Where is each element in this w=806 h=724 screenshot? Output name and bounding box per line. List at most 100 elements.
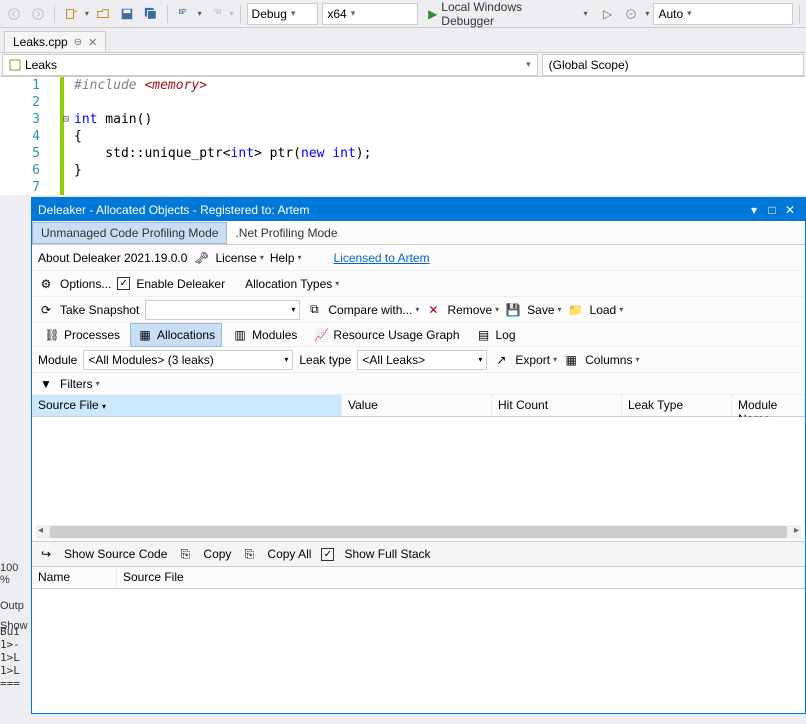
tab-net[interactable]: .Net Profiling Mode (227, 223, 345, 243)
key-icon: 🗝 (193, 250, 209, 266)
take-snapshot-button[interactable]: Take Snapshot (60, 303, 139, 317)
platform-combo[interactable]: x64▾ (322, 3, 418, 25)
stack-col-name[interactable]: Name (32, 567, 117, 588)
stack-toolbar: ↪ Show Source Code ⎘ Copy ⎘ Copy All ✓ S… (32, 541, 805, 567)
license-dropdown[interactable]: License▾ (215, 251, 263, 265)
enable-label: Enable Deleaker (136, 277, 225, 291)
change-bar (60, 77, 64, 195)
title-text: Deleaker - Allocated Objects - Registere… (38, 203, 309, 217)
zoom-indicator: 100 % Outp Show (0, 560, 30, 634)
open-icon[interactable] (93, 4, 113, 24)
nav-fwd-icon[interactable] (28, 4, 48, 24)
log-icon: ▤ (476, 327, 492, 343)
new-item-icon[interactable] (61, 4, 81, 24)
graph-icon: 📈 (313, 327, 329, 343)
remove-dropdown[interactable]: Remove▾ (447, 303, 499, 317)
about-label: About Deleaker 2021.19.0.0 (38, 251, 187, 265)
document-tab-leaks[interactable]: Leaks.cpp ⊖ ✕ (4, 31, 106, 52)
columns-icon: ▦ (563, 352, 579, 368)
close-window-icon[interactable]: ✕ (781, 201, 799, 219)
col-value[interactable]: Value (342, 395, 492, 416)
col-module-name[interactable]: Module Name (732, 395, 805, 416)
col-source-file[interactable]: Source File ▾ (32, 395, 342, 416)
alloc-types-dropdown[interactable]: Allocation Types▾ (245, 277, 339, 291)
scope-bar: Leaks▾ (Global Scope) (0, 53, 806, 77)
profiling-mode-tabs: Unmanaged Code Profiling Mode .Net Profi… (32, 221, 805, 245)
redo-icon[interactable] (206, 4, 226, 24)
tab-label: Leaks.cpp (13, 35, 68, 49)
filters-row: ▼ Filters▾ (32, 373, 805, 395)
tab-modules[interactable]: ▥Modules (226, 324, 303, 346)
config-combo[interactable]: Debug▾ (247, 3, 319, 25)
save-icon[interactable] (117, 4, 137, 24)
auto-combo[interactable]: Auto▾ (653, 3, 793, 25)
start-without-debug-icon[interactable]: ▷ (598, 4, 618, 24)
filter-icon: ▼ (38, 376, 54, 392)
start-debug-button[interactable]: ▶Local Windows Debugger▾ (422, 3, 593, 25)
tab-log[interactable]: ▤Log (470, 324, 522, 346)
show-source-button[interactable]: Show Source Code (64, 547, 167, 561)
global-scope-combo[interactable]: (Global Scope) (542, 54, 804, 76)
stack-grid-header: Name Source File (32, 567, 805, 589)
help-dropdown[interactable]: Help▾ (270, 251, 302, 265)
tab-unmanaged[interactable]: Unmanaged Code Profiling Mode (32, 222, 227, 244)
leak-type-combo[interactable]: <All Leaks>▾ (357, 350, 487, 370)
horizontal-scrollbar[interactable]: ◂ ▸ (36, 525, 801, 539)
export-icon: ↗ (493, 352, 509, 368)
tab-resource-graph[interactable]: 📈Resource Usage Graph (307, 324, 465, 346)
maximize-icon[interactable]: □ (763, 201, 781, 219)
columns-dropdown[interactable]: Columns▾ (585, 353, 639, 367)
snapshot-row: ⟳ Take Snapshot ▾ ⧉ Compare with...▾ ✕ R… (32, 297, 805, 323)
processes-icon: ⛓ (44, 327, 60, 343)
output-window-text: Bui 1>- 1>L 1>L === (0, 625, 20, 690)
options-button[interactable]: Options... (60, 277, 111, 291)
module-label: Module (38, 353, 77, 367)
show-full-stack-checkbox[interactable]: ✓ (321, 548, 334, 561)
copy-button[interactable]: Copy (203, 547, 231, 561)
save-all-icon[interactable] (141, 4, 161, 24)
document-tab-strip: Leaks.cpp ⊖ ✕ (0, 28, 806, 53)
deleaker-titlebar[interactable]: Deleaker - Allocated Objects - Registere… (32, 198, 805, 221)
allocations-grid-header: Source File ▾ Value Hit Count Leak Type … (32, 395, 805, 417)
window-menu-icon[interactable]: ▾ (745, 201, 763, 219)
save-disk-icon: 💾 (505, 302, 521, 318)
export-dropdown[interactable]: Export▾ (515, 353, 557, 367)
stack-col-source[interactable]: Source File (117, 567, 805, 588)
code-content[interactable]: #include <memory> ⊟int main() { std::uni… (60, 77, 806, 195)
col-hit-count[interactable]: Hit Count (492, 395, 622, 416)
module-combo[interactable]: <All Modules> (3 leaks)▾ (83, 350, 293, 370)
compare-icon: ⧉ (306, 302, 322, 318)
modules-icon: ▥ (232, 327, 248, 343)
save-dropdown[interactable]: Save▾ (527, 303, 561, 317)
undo-icon[interactable] (174, 4, 194, 24)
col-leak-type[interactable]: Leak Type (622, 395, 732, 416)
nav-back-icon[interactable] (4, 4, 24, 24)
filters-dropdown[interactable]: Filters▾ (60, 377, 100, 391)
show-source-icon: ↪ (38, 546, 54, 562)
pin-icon[interactable]: ⊖ (74, 37, 82, 48)
enable-checkbox[interactable]: ✓ (117, 277, 130, 290)
tab-allocations[interactable]: ▦Allocations (130, 323, 222, 347)
allocations-icon: ▦ (137, 327, 153, 343)
collapse-icon[interactable]: ⊟ (63, 111, 69, 128)
copy-all-icon: ⎘ (241, 546, 257, 562)
licensed-to-link[interactable]: Licensed to Artem (334, 251, 430, 265)
tab-processes[interactable]: ⛓Processes (38, 324, 126, 346)
gear-icon: ⚙ (38, 276, 54, 292)
step-icon[interactable] (621, 4, 641, 24)
line-number-gutter: 1 2 3 4 5 6 7 (0, 77, 60, 195)
snapshot-icon: ⟳ (38, 302, 54, 318)
project-scope-combo[interactable]: Leaks▾ (2, 54, 538, 76)
close-icon[interactable]: ✕ (88, 36, 97, 49)
snapshot-combo[interactable]: ▾ (145, 300, 300, 320)
copy-all-button[interactable]: Copy All (267, 547, 311, 561)
load-dropdown[interactable]: Load▾ (590, 303, 624, 317)
code-editor[interactable]: 1 2 3 4 5 6 7 #include <memory> ⊟int mai… (0, 77, 806, 195)
compare-dropdown[interactable]: Compare with...▾ (328, 303, 419, 317)
stack-grid-body[interactable] (32, 589, 805, 713)
module-filter-row: Module <All Modules> (3 leaks)▾ Leak typ… (32, 347, 805, 373)
deleaker-panel: Deleaker - Allocated Objects - Registere… (31, 197, 806, 714)
allocations-grid-body[interactable]: ◂ ▸ (32, 417, 805, 541)
leak-type-label: Leak type (299, 353, 351, 367)
remove-x-icon: ✕ (425, 302, 441, 318)
